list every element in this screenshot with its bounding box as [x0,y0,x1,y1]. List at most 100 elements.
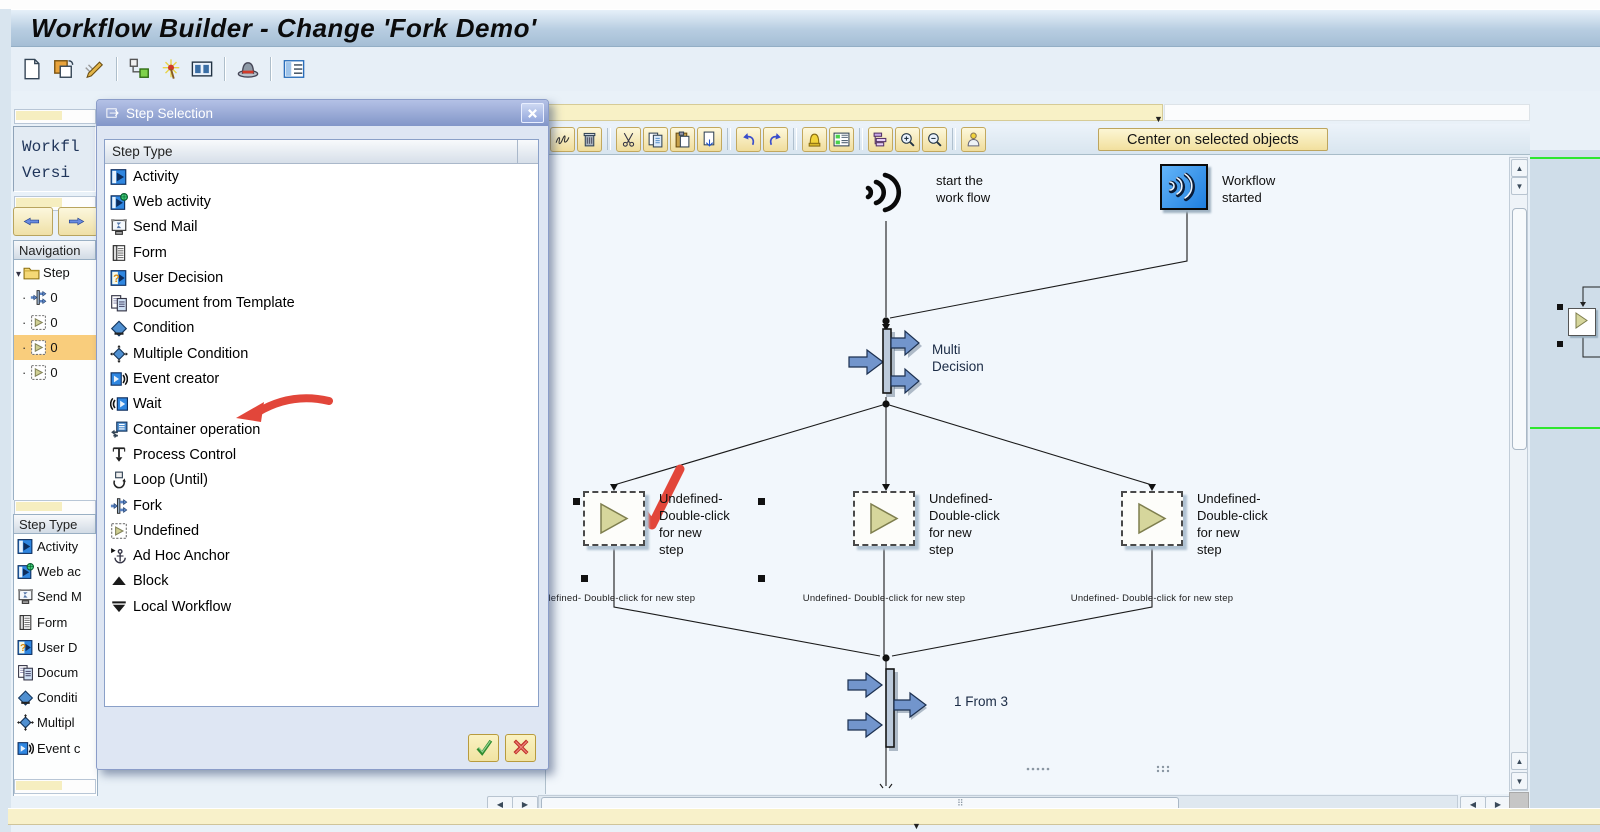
person-icon[interactable] [961,126,986,152]
step-type-item[interactable]: Activity [14,534,97,559]
step-selection-dialog: Step Selection Step Type Activity Web ac… [96,99,549,770]
step-type-option[interactable]: Loop (Until) [105,468,538,493]
multi-decision-node[interactable] [843,325,931,401]
cancel-button[interactable] [505,734,536,762]
step-type-option-label: Process Control [133,446,237,463]
step-type-option[interactable]: Fork [105,493,538,518]
dialog-title: Step Selection [126,105,214,121]
paste-icon[interactable] [670,126,695,152]
undefined-node-1[interactable] [583,491,645,546]
step-type-option[interactable]: Ad Hoc Anchor [105,543,538,568]
center-on-selected-button[interactable]: Center on selected objects [1098,128,1328,151]
start-event-label: start the work flow [936,173,991,205]
activity-icon [17,538,34,555]
step-type-option[interactable]: Multiple Condition [105,341,538,366]
outline-icon[interactable] [868,126,893,152]
info-table-icon[interactable] [281,56,307,82]
undo-icon[interactable] [736,126,761,152]
zoom-out-icon[interactable] [922,126,947,152]
workflow-builder-window: Workflow Builder - Change 'Fork Demo' Wo… [0,0,1600,832]
vertical-scroll-thumb[interactable] [1512,208,1527,450]
step-type-option-label: Event creator [133,371,220,388]
lamp-icon[interactable] [802,126,827,152]
multiple-condition-icon [110,344,128,363]
step-type-option[interactable]: Event creator [105,366,538,391]
collapsed-panel-strip[interactable] [14,109,96,124]
tree-node[interactable]: 0 [14,360,97,385]
zoom-in-icon[interactable] [895,126,920,152]
pen-signature-icon[interactable] [550,126,575,152]
step-type-option[interactable]: Send Mail [105,215,538,240]
step-type-item[interactable]: Event c [14,736,97,761]
step-type-item[interactable]: Web ac [14,559,97,584]
forward-button[interactable] [58,207,98,236]
tree-root-step[interactable]: Step [14,260,97,285]
step-type-option[interactable]: Local Workflow [105,594,538,619]
scroll-down-icon[interactable]: ▼ [1511,177,1528,195]
panel-strip-accent [16,111,62,120]
toolbar-overflow-icon[interactable]: ▼ [1154,114,1163,124]
step-type-panel-header: Step Type [13,514,96,534]
panel-strip-accent [16,502,62,511]
spark-icon[interactable] [158,56,184,82]
step-type-option[interactable]: Process Control [105,442,538,467]
step-type-option[interactable]: Block [105,569,538,594]
workflow-started-node[interactable] [1160,164,1208,210]
copy-pages-orange-icon[interactable] [50,56,76,82]
join-node[interactable] [844,663,936,751]
step-type-option-label: Loop (Until) [133,472,208,489]
copy-icon[interactable] [643,126,668,152]
step-type-option[interactable]: ? User Decision [105,265,538,290]
tree-node[interactable]: 0 [14,310,97,335]
undefined-node-2[interactable] [853,491,915,546]
new-document-icon[interactable] [19,56,45,82]
scroll-up-icon[interactable]: ▲ [1511,159,1528,177]
doc-template-icon [110,294,128,312]
collapsed-panel-strip[interactable] [14,500,96,515]
tree-node[interactable]: 0 [14,335,97,360]
step-type-option[interactable]: Form [105,240,538,265]
ok-button[interactable] [468,734,499,762]
trash-icon[interactable] [577,126,602,152]
expand-down-icon[interactable]: ▼ [912,821,921,831]
step-type-option-label: Activity [133,168,179,185]
scroll-up-icon[interactable]: ▲ [1511,752,1528,770]
paste-doc-icon[interactable] [697,126,722,152]
close-icon[interactable] [521,103,544,123]
step-type-option[interactable]: Document from Template [105,290,538,315]
cut-icon[interactable] [616,126,641,152]
undefined-node-2-label: Undefined- Double-click for new step [929,491,1000,557]
graph-head-area [1164,104,1530,121]
test-organize-icon[interactable] [127,56,153,82]
expander-icon[interactable] [14,265,23,280]
list-column-header[interactable]: Step Type [105,140,538,164]
edit-pencil-icon[interactable] [81,56,107,82]
frames-icon[interactable] [189,56,215,82]
block-icon [110,572,128,590]
step-type-option[interactable]: Undefined [105,518,538,543]
step-type-item[interactable]: Multipl [14,710,97,735]
redo-icon[interactable] [763,126,788,152]
start-event-icon[interactable] [861,163,911,221]
dialog-titlebar[interactable]: Step Selection [97,100,548,126]
workflow-canvas[interactable]: start the work flow Workflow started Mul… [545,155,1509,794]
step-type-item[interactable]: Conditi [14,685,97,710]
scroll-down-icon[interactable]: ▼ [1511,772,1528,790]
overview-panel[interactable] [1530,150,1600,832]
hat-icon[interactable] [235,56,261,82]
collapsed-panel-strip[interactable] [14,779,96,794]
tree-node[interactable]: 0 [14,285,97,310]
step-type-option[interactable]: Web activity [105,189,538,214]
graph-title-strip [545,104,1163,121]
vertical-scrollbar[interactable]: ▲ ▼ ▲ ▼ [1509,157,1528,791]
back-button[interactable] [13,207,53,236]
step-type-option[interactable]: Condition [105,316,538,341]
step-type-item[interactable]: ? User D [14,635,97,660]
undefined-node-3[interactable] [1121,491,1183,546]
step-type-option[interactable]: Activity [105,164,538,189]
step-type-item[interactable]: Docum [14,660,97,685]
step-type-item[interactable]: Send M [14,584,97,609]
color-grid-icon[interactable] [829,126,854,152]
step-type-item-label: Web ac [37,564,81,580]
step-type-item[interactable]: Form [14,610,97,635]
